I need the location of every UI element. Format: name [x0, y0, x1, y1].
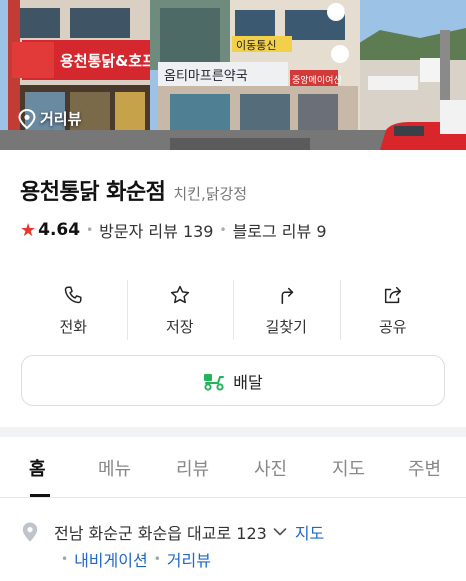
tab-reviews[interactable]: 리뷰: [176, 455, 209, 481]
roadview-chip-label: 거리뷰: [40, 110, 82, 128]
address-row: 전남 화순군 화순읍 대교로 123 지도: [22, 520, 324, 544]
delivery-label: 배달: [233, 372, 263, 392]
sign-text: 용천통닭&호프: [60, 52, 156, 70]
sign-small-text: 이동통신: [236, 39, 276, 52]
share-icon: [384, 286, 401, 303]
place-name: 용천통닭 화순점: [20, 180, 166, 205]
place-category: 치킨,닭강정: [173, 185, 248, 203]
call-button[interactable]: 전화: [20, 278, 127, 342]
delivery-scooter-icon: [204, 373, 225, 391]
phone-icon: [65, 285, 82, 303]
section-divider: [0, 427, 466, 437]
tab-map[interactable]: 지도: [332, 455, 365, 481]
tab-nearby[interactable]: 주변: [408, 455, 441, 481]
roadview-chip[interactable]: 거리뷰: [18, 108, 81, 129]
separator-dot: •: [86, 223, 94, 237]
star-icon: ★: [20, 219, 37, 241]
tab-photos[interactable]: 사진: [254, 455, 287, 481]
delivery-button[interactable]: 배달: [21, 355, 445, 406]
active-tab-indicator: [30, 494, 50, 497]
separator-dot: •: [219, 223, 227, 237]
share-label: 공유: [378, 317, 407, 336]
roadview-pin-icon: [18, 108, 36, 129]
rating-value: 4.64: [38, 220, 81, 240]
chevron-down-icon[interactable]: [273, 527, 287, 537]
tab-home[interactable]: 홈: [29, 455, 46, 481]
action-bar: 전화 저장 길찾기 공유: [20, 278, 446, 342]
share-button[interactable]: 공유: [339, 278, 447, 342]
call-label: 전화: [59, 317, 88, 336]
tab-menu[interactable]: 메뉴: [98, 455, 131, 481]
directions-arrow-icon: [281, 287, 294, 304]
location-pin-icon: [22, 522, 38, 542]
address-links-row: • 내비게이션 • 거리뷰: [55, 547, 211, 571]
roadview-link[interactable]: 거리뷰: [167, 547, 211, 571]
visitor-reviews-link[interactable]: 방문자 리뷰 139: [99, 218, 213, 242]
shop-sign-text: 중앙메이여신: [292, 74, 342, 86]
tab-bar: 홈 메뉴 리뷰 사진 지도 주변: [0, 437, 466, 498]
directions-label: 길찾기: [265, 317, 307, 336]
star-outline-icon: [170, 285, 189, 303]
place-photo[interactable]: 용천통닭&호프 이동통신 옴티마프른약국 중앙메이여신 거리뷰: [0, 0, 466, 150]
map-link[interactable]: 지도: [295, 520, 324, 544]
navigation-link[interactable]: 내비게이션: [74, 547, 148, 571]
separator-dot: •: [61, 552, 69, 566]
save-button[interactable]: 저장: [126, 278, 234, 342]
directions-button[interactable]: 길찾기: [233, 278, 340, 342]
place-header: 용천통닭 화순점 치킨,닭강정: [20, 174, 247, 206]
separator-dot: •: [153, 552, 161, 566]
save-label: 저장: [165, 317, 194, 336]
blog-reviews-link[interactable]: 블로그 리뷰 9: [233, 218, 327, 242]
rating-row: ★ 4.64 • 방문자 리뷰 139 • 블로그 리뷰 9: [20, 218, 327, 242]
pharmacy-sign-text: 옴티마프른약국: [164, 69, 248, 84]
address-text[interactable]: 전남 화순군 화순읍 대교로 123: [54, 520, 267, 544]
